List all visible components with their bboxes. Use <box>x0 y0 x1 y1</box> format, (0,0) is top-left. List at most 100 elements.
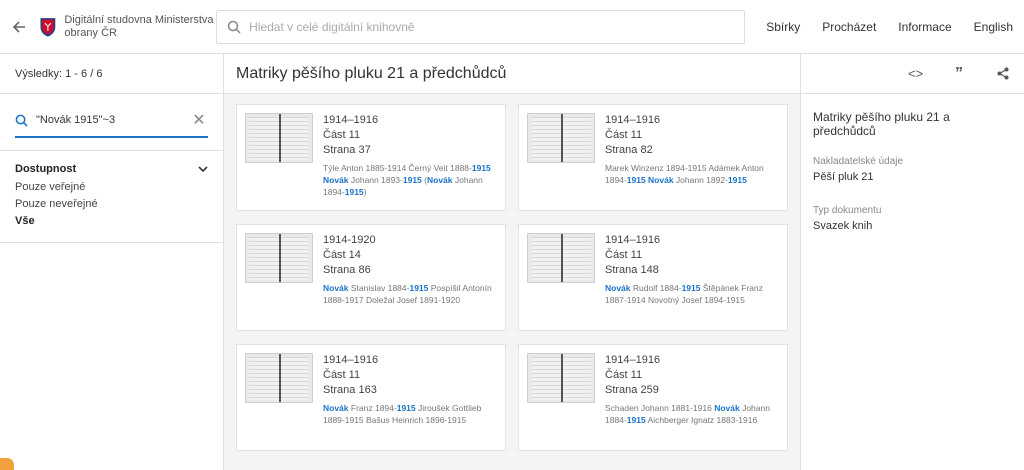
result-card[interactable]: 1914–1916 Část 11 Strana 148 Novák Rudolf 1… <box>518 224 788 331</box>
card-body: 1914–1916 Část 11 Strana 259 Schaden Johann… <box>605 353 779 442</box>
snippet-highlight: 1915 <box>681 283 701 293</box>
scan-thumbnail <box>245 113 313 163</box>
share-icon[interactable] <box>996 67 1010 80</box>
card-snippet: Novák Franz 1894-1915 Jiroušek Gottlieb … <box>323 402 497 426</box>
card-page: Strana 86 <box>323 264 371 276</box>
card-years: 1914–1916 <box>605 354 661 366</box>
query-chip[interactable]: "Novák 1915"~3 ✕ <box>15 104 208 138</box>
corner-badge <box>0 458 14 470</box>
card-years: 1914–1916 <box>605 234 661 246</box>
nav-collections[interactable]: Sbírky <box>766 20 800 34</box>
global-search[interactable] <box>216 9 746 44</box>
card-part: Část 14 <box>323 249 361 261</box>
snippet-highlight: 1915 <box>409 283 429 293</box>
result-card[interactable]: 1914-1920 Část 14 Strana 86 Novák Stanislav… <box>236 224 506 331</box>
code-icon[interactable]: <> <box>908 66 923 81</box>
snippet-text: Aichberger Ignatz 1883-1916 <box>645 415 758 425</box>
card-snippet: Novák Rudolf 1884-1915 Štěpánek Franz 18… <box>605 282 779 306</box>
publisher-label: Nakladatelské údaje <box>813 156 904 167</box>
close-icon[interactable]: ✕ <box>190 110 208 130</box>
snippet-highlight: Novák <box>323 175 349 185</box>
card-years: 1914–1916 <box>605 114 661 126</box>
card-body: 1914-1920 Část 14 Strana 86 Novák Stanislav… <box>323 233 497 322</box>
doc-type-label: Typ dokumentu <box>813 205 882 216</box>
scan-thumbnail <box>245 353 313 403</box>
nav-english[interactable]: English <box>974 20 1013 34</box>
snippet-highlight: 1915 <box>402 175 422 185</box>
details-title: Matriky pěšího pluku 21 a předchůdců <box>813 110 950 138</box>
quote-icon[interactable]: ” <box>952 65 966 83</box>
nav-info[interactable]: Informace <box>898 20 951 34</box>
facet-option-all[interactable]: Vše <box>15 213 208 230</box>
snippet-text: Rudolf 1884- <box>630 283 682 293</box>
card-page: Strana 82 <box>605 144 653 156</box>
details-body: Matriky pěšího pluku 21 a předchůdců Nak… <box>801 94 1024 270</box>
card-body: 1914–1916 Část 11 Strana 163 Novák Franz 18… <box>323 353 497 442</box>
card-body: 1914–1916 Část 11 Strana 82 Marek Winzenz 1… <box>605 113 779 202</box>
scan-thumbnail <box>527 113 595 163</box>
result-card[interactable]: 1914–1916 Část 11 Strana 163 Novák Franz 18… <box>236 344 506 451</box>
result-card[interactable]: 1914–1916 Část 11 Strana 82 Marek Winzenz 1… <box>518 104 788 211</box>
card-snippet: Schaden Johann 1881-1916 Novák Johann 18… <box>605 402 779 426</box>
results-label: Výsledky: 1 - 6 <box>15 67 88 80</box>
arrow-left-icon <box>13 20 26 33</box>
page-title: Matriky pěšího pluku 21 a předchůdců <box>224 54 800 94</box>
result-card[interactable]: 1914–1916 Část 11 Strana 259 Schaden Johann… <box>518 344 788 451</box>
card-snippet: Týle Anton 1885-1914 Černý Veit 1888-191… <box>323 162 497 198</box>
snippet-highlight: Novák <box>605 283 631 293</box>
logo-text: Digitální studovna Ministerstva obrany Č… <box>64 13 214 39</box>
snippet-text: Johann 1893- <box>348 175 403 185</box>
filter-sidebar: Výsledky: 1 - 6 / 6 "Novák 1915"~3 ✕ Dos… <box>0 54 224 470</box>
facet-title: Dostupnost <box>15 163 77 175</box>
app-header: Digitální studovna Ministerstva obrany Č… <box>0 0 1024 54</box>
snippet-text: Schaden Johann 1881-1916 <box>605 403 715 413</box>
card-years: 1914–1916 <box>323 114 379 126</box>
scan-thumbnail <box>527 353 595 403</box>
snippet-highlight: 1915 <box>471 163 491 173</box>
snippet-highlight: Novák <box>323 283 349 293</box>
results-main: Matriky pěšího pluku 21 a předchůdců 191… <box>224 54 800 470</box>
facet-option-public[interactable]: Pouze veřejné <box>15 179 208 196</box>
card-body: 1914–1916 Část 11 Strana 148 Novák Rudolf 1… <box>605 233 779 322</box>
snippet-text: Stanislav 1884- <box>348 283 410 293</box>
search-input[interactable] <box>249 19 730 34</box>
card-page: Strana 259 <box>605 384 659 396</box>
card-years: 1914–1916 <box>323 354 379 366</box>
card-page: Strana 163 <box>323 384 377 396</box>
main-nav: Sbírky Procházet Informace English <box>755 20 1024 34</box>
scan-thumbnail <box>527 233 595 283</box>
card-part: Část 11 <box>323 129 361 141</box>
snippet-highlight: Novák <box>714 403 740 413</box>
result-card[interactable]: 1914–1916 Část 11 Strana 37 Týle Anton 1885… <box>236 104 506 211</box>
card-body: 1914–1916 Část 11 Strana 37 Týle Anton 1885… <box>323 113 497 202</box>
search-icon <box>15 114 28 127</box>
results-total: / 6 <box>90 67 103 80</box>
search-icon <box>227 20 241 34</box>
snippet-highlight: 1915 <box>727 175 747 185</box>
facet-availability: Dostupnost Pouze veřejné Pouze neveřejné… <box>0 150 223 243</box>
back-button[interactable] <box>0 0 39 54</box>
facet-header[interactable]: Dostupnost <box>15 163 208 175</box>
snippet-text: ) <box>363 187 367 197</box>
details-toolbar: <> ” <box>801 54 1024 94</box>
publisher-value: Pěší pluk 21 <box>813 171 874 183</box>
snippet-text: Týle Anton 1885-1914 Černý Veit 1888- <box>323 163 472 173</box>
snippet-highlight: 1915 <box>626 415 646 425</box>
query-text: "Novák 1915"~3 <box>36 114 116 126</box>
card-part: Část 11 <box>605 369 643 381</box>
snippet-highlight: Novák <box>323 403 349 413</box>
details-panel: <> ” Matriky pěšího pluku 21 a předchůdc… <box>800 54 1024 470</box>
snippet-highlight: Novák <box>427 175 453 185</box>
snippet-text: Johann 1892- <box>673 175 728 185</box>
army-emblem-icon <box>40 17 55 37</box>
facet-option-private[interactable]: Pouze neveřejné <box>15 196 208 213</box>
chevron-down-icon <box>198 166 208 173</box>
card-page: Strana 148 <box>605 264 659 276</box>
nav-browse[interactable]: Procházet <box>822 20 876 34</box>
snippet-highlight: 1915 <box>396 403 416 413</box>
results-count: Výsledky: 1 - 6 / 6 <box>0 54 223 94</box>
site-logo[interactable]: Digitální studovna Ministerstva obrany Č… <box>39 13 217 41</box>
snippet-highlight: 1915 <box>626 175 646 185</box>
snippet-highlight: Novák <box>648 175 674 185</box>
card-snippet: Marek Winzenz 1894-1915 Adámek Anton 189… <box>605 162 779 186</box>
